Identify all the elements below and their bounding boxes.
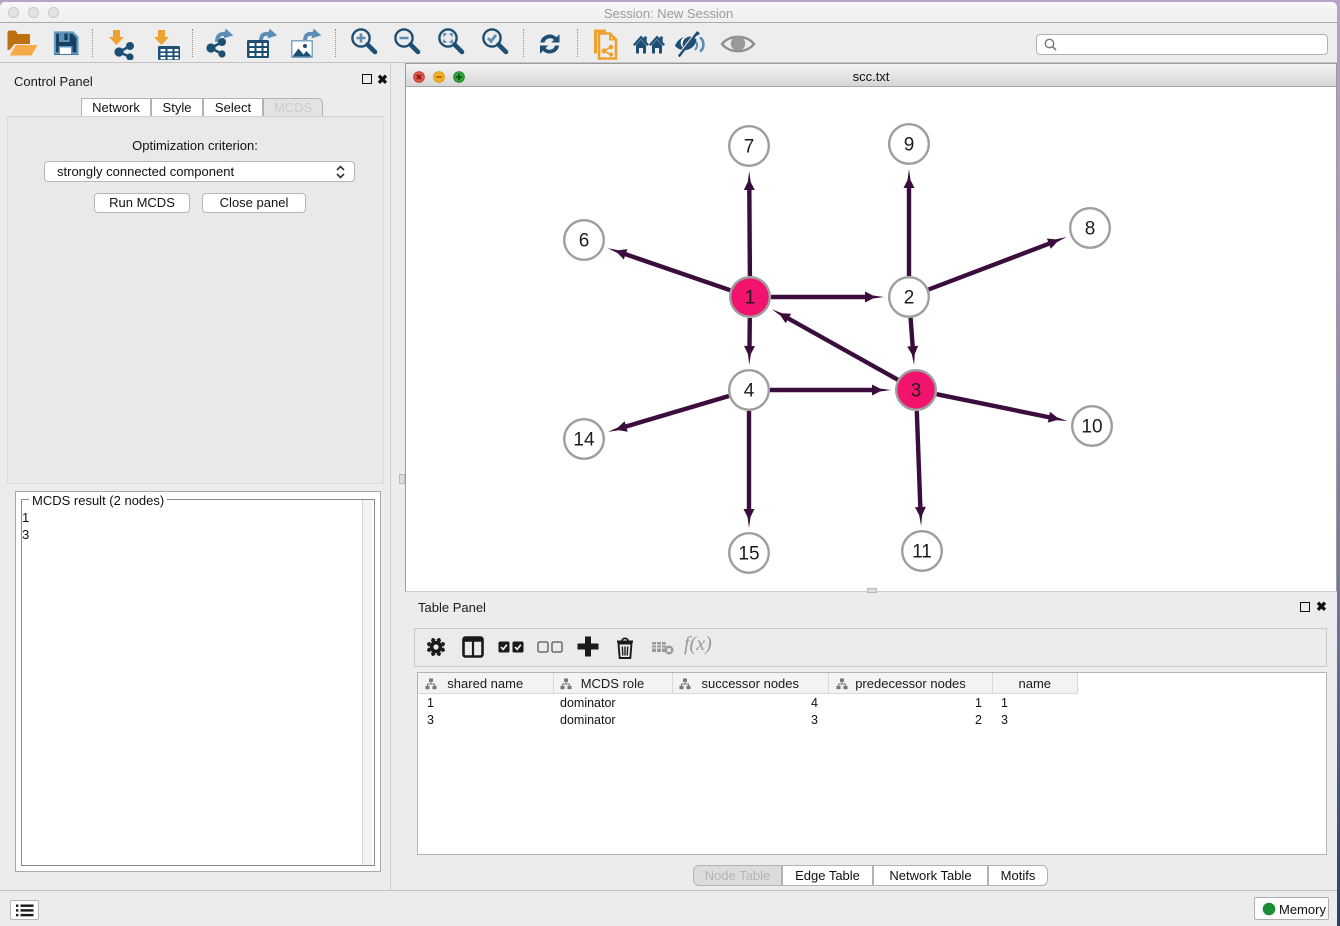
svg-text:10: 10	[1081, 417, 1102, 438]
svg-text:4: 4	[744, 381, 755, 402]
svg-text:1: 1	[745, 288, 756, 309]
svg-text:3: 3	[911, 381, 922, 402]
svg-text:6: 6	[579, 231, 590, 252]
svg-text:14: 14	[573, 430, 595, 451]
svg-text:11: 11	[912, 542, 932, 563]
svg-text:9: 9	[904, 135, 915, 156]
svg-text:8: 8	[1085, 219, 1096, 240]
svg-text:2: 2	[904, 288, 915, 309]
svg-text:15: 15	[738, 544, 759, 565]
svg-text:7: 7	[744, 137, 755, 158]
